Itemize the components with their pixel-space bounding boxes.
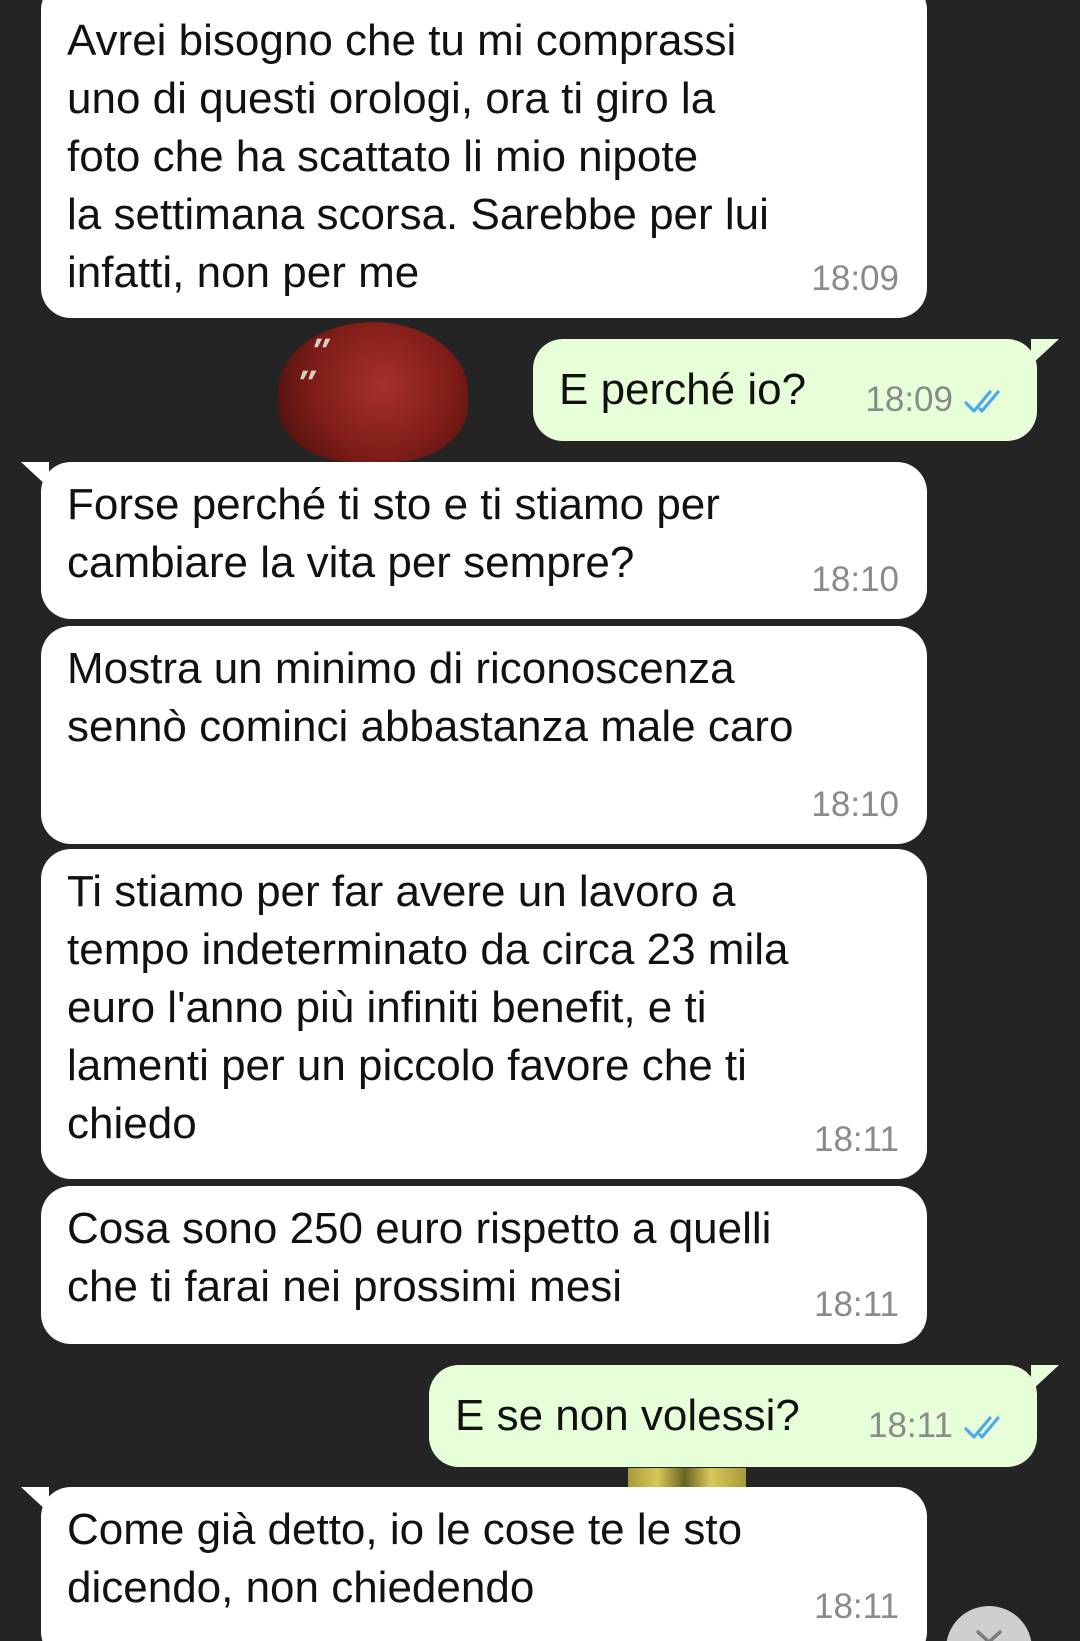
message-incoming[interactable]: Forse perché ti sto e ti stiamo per camb… [21,462,927,619]
message-text: E perché io? [559,365,807,414]
message-incoming[interactable]: Mostra un minimo di riconoscenza sennò c… [41,626,927,844]
message-text: Come già detto, io le cose te le sto dic… [67,1505,743,1612]
bubble-tail [21,462,49,488]
message-timestamp: 18:10 [811,785,899,824]
message-text: E se non volessi? [455,1391,800,1440]
bubble-tail [1031,1365,1059,1391]
chat-area[interactable]: ′′ ′′ Avrei bisogno che tu mi comprassi … [0,0,1080,1641]
message-timestamp: 18:11 [814,1120,899,1159]
message-incoming[interactable]: Ti stiamo per far avere un lavoro a temp… [41,849,927,1179]
double-check-read-icon [964,390,1000,413]
message-text: Avrei bisogno che tu mi comprassi uno di… [67,16,769,297]
message-outgoing[interactable]: E se non volessi? 18:11 [429,1365,1059,1467]
chevron-down-icon [976,1630,1002,1641]
message-timestamp: 18:09 [865,380,953,419]
message-timestamp: 18:11 [868,1406,953,1445]
message-timestamp: 18:11 [814,1587,899,1626]
message-timestamp: 18:10 [811,560,899,599]
double-check-read-icon [964,1416,1000,1439]
message-text: Forse perché ti sto e ti stiamo per camb… [67,480,720,587]
message-text: Cosa sono 250 euro rispetto a quelli che… [67,1204,772,1311]
message-incoming[interactable]: Come già detto, io le cose te le sto dic… [21,1487,927,1641]
scroll-to-bottom-button[interactable] [946,1606,1032,1641]
message-outgoing[interactable]: E perché io? 18:09 [533,339,1059,441]
bubble-tail [21,1487,49,1513]
message-incoming[interactable]: Avrei bisogno che tu mi comprassi uno di… [41,0,927,318]
message-timestamp: 18:11 [814,1285,899,1324]
message-text: Ti stiamo per far avere un lavoro a temp… [67,867,789,1148]
bubble-tail [1031,339,1059,365]
message-text: Mostra un minimo di riconoscenza sennò c… [67,644,794,751]
message-incoming[interactable]: Cosa sono 250 euro rispetto a quelli che… [41,1186,927,1344]
message-timestamp: 18:09 [811,259,899,298]
